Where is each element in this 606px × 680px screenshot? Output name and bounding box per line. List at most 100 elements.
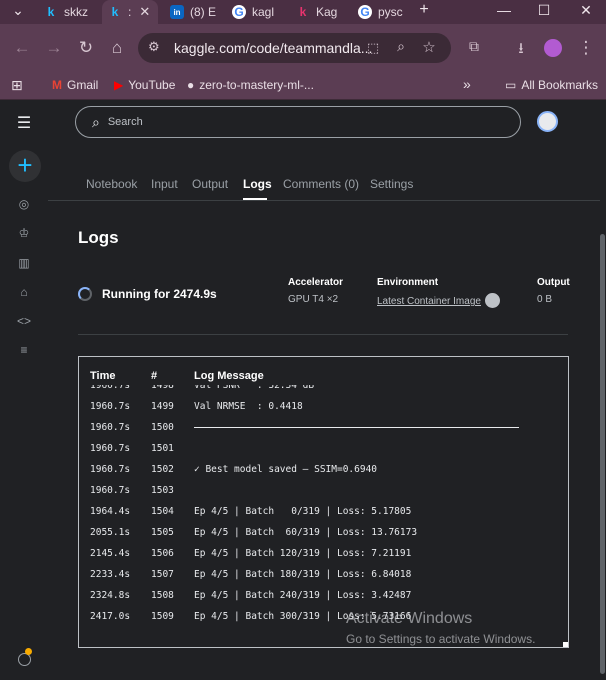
extensions-icon[interactable]: ⧉ (464, 38, 484, 55)
tab-output[interactable]: Output (192, 177, 228, 191)
log-message: Ep 4/5 | Batch 240/319 | Loss: 3.42487 (194, 590, 412, 601)
folder-icon: ▭ (505, 78, 517, 92)
log-row: 2233.4s 1507 Ep 4/5 | Batch 180/319 | Loss… (79, 569, 568, 590)
page-scrollbar[interactable] (600, 234, 605, 674)
log-table[interactable]: Time # Log Message 1960.7s 1498 Val PSNR :… (78, 356, 569, 648)
all-bookmarks-label: All Bookmarks (521, 78, 599, 92)
install-app-icon[interactable]: ⬚ (363, 40, 383, 56)
search-input[interactable]: ⌕ Search (75, 106, 521, 138)
browser-tab-2-active[interactable]: k : ✕ (102, 0, 158, 24)
log-number: 1499 (151, 401, 174, 412)
resize-handle[interactable] (563, 642, 568, 647)
browser-tab-4[interactable]: G kagl (232, 0, 274, 24)
search-icon: ⌕ (92, 113, 100, 130)
browser-tab-6[interactable]: G pysc (358, 0, 403, 24)
more-bookmarks-button[interactable]: » (463, 76, 471, 92)
browser-toolbar: ← → ↻ ⌂ ⚙ kaggle.com/code/teammandla... … (0, 24, 606, 72)
info-divider (78, 334, 568, 335)
home-icon[interactable]: ⌂ (107, 38, 127, 58)
gmail-icon: M (52, 78, 62, 92)
maximize-button[interactable]: ☐ (534, 2, 554, 19)
bookmark-label: YouTube (128, 78, 176, 92)
log-rows[interactable]: 1960.7s 1498 Val PSNR : 32.34 dB 1960.7s 149… (79, 385, 568, 647)
log-row: 1960.7s 1499 Val NRMSE : 0.4418 (79, 401, 568, 422)
bookmark-gmail[interactable]: M Gmail (52, 78, 98, 92)
output-value: 0 B (537, 294, 553, 305)
log-message: Ep 4/5 | Batch 0/319 | Loss: 5.17805 (194, 506, 412, 517)
bookmark-zero-to-mastery[interactable]: ● zero-to-mastery-ml-... (187, 78, 314, 92)
log-row: 2417.0s 1509 Ep 4/5 | Batch 300/319 | Loss… (79, 611, 568, 632)
datasets-icon[interactable]: ▥ (14, 256, 34, 270)
kaggle-app: ☰ + ◎ ♔ ▥ ⌂ <> ≡ ⌕ Search Notebook Input… (0, 100, 606, 680)
hamburger-menu-icon[interactable]: ☰ (14, 113, 34, 133)
minimize-button[interactable]: — (494, 2, 514, 18)
log-row: 1960.7s 1503 (79, 485, 568, 506)
log-number: 1505 (151, 527, 174, 538)
log-time: 1960.7s (90, 443, 131, 454)
bookmark-star-icon[interactable]: ☆ (419, 38, 439, 56)
accelerator-label: Accelerator (288, 277, 344, 288)
github-icon[interactable] (485, 293, 500, 308)
tab-search-chevron-icon[interactable]: ⌄ (8, 2, 28, 19)
browser-tab-3[interactable]: in (8) E (170, 0, 216, 24)
browser-tab-label: : (128, 5, 132, 19)
kaggle-favicon-icon: k (47, 5, 55, 19)
bookmarks-bar: ⊞ M Gmail ▶ YouTube ● zero-to-mastery-ml… (0, 72, 606, 100)
tab-settings[interactable]: Settings (370, 177, 413, 191)
bookmark-label: Gmail (67, 78, 99, 92)
log-message: Ep 4/5 | Batch 60/319 | Loss: 13.76173 (194, 527, 418, 538)
log-time: 2324.8s (90, 590, 131, 601)
log-time: 2145.4s (90, 548, 131, 559)
kaggle-sidebar: ☰ + ◎ ♔ ▥ ⌂ <> ≡ (0, 100, 48, 680)
log-number: 1500 (151, 422, 174, 433)
log-message: ✓ Best model saved — SSIM=0.6940 (194, 464, 378, 475)
linkedin-favicon-icon: in (170, 5, 184, 19)
environment-link[interactable]: Latest Container Image (377, 296, 481, 307)
compass-icon[interactable]: ◎ (14, 197, 34, 211)
browser-tab-5[interactable]: k Kag (296, 0, 338, 24)
url-text: kaggle.com/code/teammandla... (174, 40, 373, 56)
log-time: 1964.4s (90, 506, 131, 517)
create-plus-button[interactable]: + (9, 150, 41, 182)
models-icon[interactable]: ⌂ (14, 285, 34, 299)
log-row: 1960.7s 1500 (79, 422, 568, 443)
tab-comments[interactable]: Comments (0) (283, 177, 359, 191)
code-icon[interactable]: <> (14, 314, 34, 328)
tab-notebook[interactable]: Notebook (86, 177, 137, 191)
discussions-icon[interactable]: ≡ (14, 343, 34, 357)
new-tab-button[interactable]: + (414, 1, 434, 19)
browser-menu-icon[interactable]: ⋮ (576, 38, 596, 58)
youtube-icon: ▶ (114, 78, 124, 92)
browser-tab-label: skkz (64, 5, 88, 19)
zoom-icon[interactable]: ⌕ (391, 38, 411, 55)
downloads-icon[interactable]: ⭳ (511, 38, 531, 63)
log-time: 1960.7s (90, 401, 131, 412)
trophy-icon[interactable]: ♔ (14, 226, 34, 240)
log-message: Val NRMSE : 0.4418 (194, 401, 303, 412)
windows-watermark-title: Activate Windows (346, 610, 473, 627)
log-header-number: # (151, 370, 158, 382)
back-arrow-icon[interactable]: ← (12, 38, 32, 58)
site-info-icon[interactable]: ⚙ (148, 39, 160, 55)
log-time: 1960.7s (90, 422, 131, 433)
log-message: Val PSNR : 32.34 dB (194, 385, 315, 391)
all-bookmarks-button[interactable]: ▭ All Bookmarks (505, 78, 598, 92)
bookmark-label: zero-to-mastery-ml-... (199, 78, 314, 92)
close-tab-icon[interactable]: ✕ (139, 4, 150, 20)
environment-label: Environment (377, 277, 439, 288)
running-spinner-icon (78, 287, 92, 301)
browser-tab-1[interactable]: k skkz (44, 0, 88, 24)
log-row: 1960.7s 1498 Val PSNR : 32.34 dB (79, 385, 568, 401)
profile-avatar[interactable] (544, 39, 562, 57)
bookmark-youtube[interactable]: ▶ YouTube (114, 78, 175, 92)
browser-tab-label: Kag (316, 5, 338, 19)
log-message: Ep 4/5 | Batch 120/319 | Loss: 7.21191 (194, 548, 412, 559)
user-avatar[interactable] (537, 111, 558, 132)
close-window-button[interactable]: ✕ (576, 2, 596, 19)
browser-tab-strip: ⌄ k skkz k : ✕ in (8) E G kagl k Kag G p… (0, 0, 606, 24)
forward-arrow-icon[interactable]: → (44, 38, 64, 58)
tab-input[interactable]: Input (151, 177, 178, 191)
tab-logs[interactable]: Logs (243, 177, 272, 191)
apps-grid-icon[interactable]: ⊞ (11, 77, 23, 94)
reload-icon[interactable]: ↻ (76, 38, 96, 58)
